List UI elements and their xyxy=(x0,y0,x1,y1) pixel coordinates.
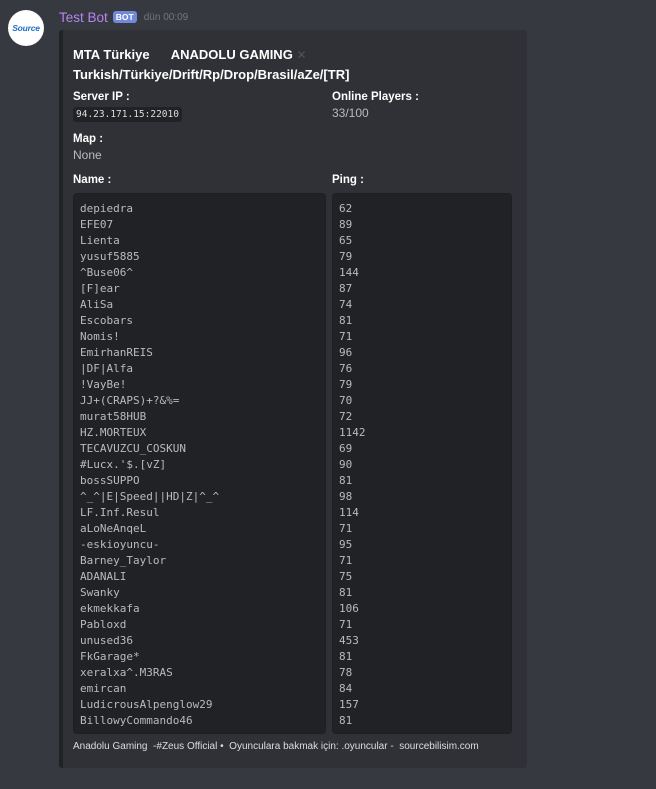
message-header: Test Bot BOT dün 00:09 xyxy=(59,9,188,25)
player-name: unused36 xyxy=(80,634,133,647)
player-name: ADANALI xyxy=(80,570,127,583)
map-value: None xyxy=(73,148,102,162)
player-name: yusuf5885 xyxy=(80,250,140,263)
embed-footer: Anadolu Gaming -#Zeus Official • Oyuncul… xyxy=(73,741,479,752)
player-name: TECAVUZCU_COSKUN xyxy=(80,442,186,455)
player-ping: 74 xyxy=(339,298,353,311)
player-ping: 114 xyxy=(339,506,359,519)
player-ping: 79 xyxy=(339,250,353,263)
player-ping: 65 xyxy=(339,234,353,247)
player-ping: 81 xyxy=(339,474,353,487)
server-ip-label: Server IP : xyxy=(73,91,130,103)
server-ip-value[interactable]: 94.23.171.15:22010 xyxy=(73,107,182,122)
player-ping: 76 xyxy=(339,362,353,375)
player-name: Pabloxd xyxy=(80,618,127,631)
player-name: Lienta xyxy=(80,234,120,247)
server-ip-field: Server IP : 94.23.171.15:22010 xyxy=(73,90,182,122)
player-name: Escobars xyxy=(80,314,133,327)
player-name: aLoNeAnqeL xyxy=(80,522,147,535)
bot-avatar[interactable]: Source xyxy=(8,10,44,46)
player-name: xeralxa^.M3RAS xyxy=(80,666,173,679)
player-ping: 89 xyxy=(339,218,353,231)
embed-title-line1: MTA Türkiye ANADOLU GAMING xyxy=(73,47,293,62)
player-name: -eskioyuncu- xyxy=(80,538,160,551)
ping-label: Ping : xyxy=(332,174,364,186)
name-field-label: Name : xyxy=(73,173,111,188)
player-pings-codeblock[interactable]: 62 89 65 79 144 87 74 81 71 96 76 79 70 72 1142 69 90 81 9… xyxy=(332,193,512,734)
player-ping: 144 xyxy=(339,266,359,279)
player-ping: 87 xyxy=(339,282,353,295)
player-ping: 81 xyxy=(339,650,353,663)
online-players-value: 33/100 xyxy=(332,106,369,120)
player-name: #Lucx.'$.[vZ] xyxy=(80,458,167,471)
ping-field-label: Ping : xyxy=(332,173,364,188)
player-ping: 72 xyxy=(339,410,353,423)
server-info-embed: MTA Türkiye ANADOLU GAMING ✕ Turkish/Tür… xyxy=(59,30,527,768)
name-label: Name : xyxy=(73,174,112,186)
player-name: murat58HUB xyxy=(80,410,147,423)
player-name: Swanky xyxy=(80,586,120,599)
player-name: Nomis! xyxy=(80,330,120,343)
player-ping: 81 xyxy=(339,714,353,727)
player-ping: 71 xyxy=(339,330,353,343)
player-name: EFE07 xyxy=(80,218,114,231)
player-name: [F]ear xyxy=(80,282,120,295)
player-ping: 70 xyxy=(339,394,353,407)
player-ping: 106 xyxy=(339,602,359,615)
player-ping: 90 xyxy=(339,458,353,471)
player-name: LF.Inf.Resul xyxy=(80,506,160,519)
player-ping: 1142 xyxy=(339,426,366,439)
player-ping: 81 xyxy=(339,586,353,599)
player-ping: 81 xyxy=(339,314,353,327)
player-ping: 96 xyxy=(339,346,353,359)
close-icon: ✕ xyxy=(296,48,307,62)
online-players-label: Online Players : xyxy=(332,91,419,103)
player-name: !VayBe! xyxy=(80,378,127,391)
player-name: depiedra xyxy=(80,202,133,215)
player-ping: 84 xyxy=(339,682,353,695)
player-ping: 71 xyxy=(339,522,353,535)
player-ping: 79 xyxy=(339,378,353,391)
player-name: |DF|Alfa xyxy=(80,362,133,375)
map-label: Map : xyxy=(73,133,104,145)
player-name: EmirhanREIS xyxy=(80,346,153,359)
player-ping: 157 xyxy=(339,698,359,711)
player-name: ^_^|E|Speed||HD|Z|^_^ xyxy=(80,490,220,503)
player-ping: 62 xyxy=(339,202,353,215)
player-ping: 71 xyxy=(339,618,353,631)
embed-title-line2: Turkish/Türkiye/Drift/Rp/Drop/Brasil/aZe… xyxy=(73,67,350,82)
player-name: Barney_Taylor xyxy=(80,554,167,567)
player-name: ekmekkafa xyxy=(80,602,140,615)
player-ping: 95 xyxy=(339,538,353,551)
player-names-codeblock[interactable]: depiedra EFE07 Lienta yusuf5885 ^Buse06^ [F]e… xyxy=(73,193,326,734)
player-name: HZ.MORTEUX xyxy=(80,426,147,439)
message-timestamp: dün 00:09 xyxy=(143,11,189,23)
player-ping: 453 xyxy=(339,634,359,647)
player-name: ^Buse06^ xyxy=(80,266,133,279)
player-name: JJ+(CRAPS)+?&%= xyxy=(80,394,180,407)
author-name[interactable]: Test Bot xyxy=(59,10,108,25)
embed-title: MTA Türkiye ANADOLU GAMING ✕ Turkish/Tür… xyxy=(73,45,513,84)
player-ping: 71 xyxy=(339,554,353,567)
online-players-field: Online Players : 33/100 xyxy=(332,90,419,121)
map-field: Map : None xyxy=(73,132,103,163)
player-name: FkGarage* xyxy=(80,650,140,663)
player-ping: 69 xyxy=(339,442,353,455)
player-ping: 75 xyxy=(339,570,353,583)
player-name: bossSUPPO xyxy=(80,474,140,487)
player-ping: 78 xyxy=(339,666,353,679)
player-name: emircan xyxy=(80,682,127,695)
bot-badge: BOT xyxy=(112,11,137,23)
player-name: AliSa xyxy=(80,298,114,311)
player-name: LudicrousAlpenglow29 xyxy=(80,698,213,711)
player-ping: 98 xyxy=(339,490,353,503)
player-name: BillowyCommando46 xyxy=(80,714,193,727)
chat-message: Source Test Bot BOT dün 00:09 MTA Türkiy… xyxy=(0,0,656,789)
